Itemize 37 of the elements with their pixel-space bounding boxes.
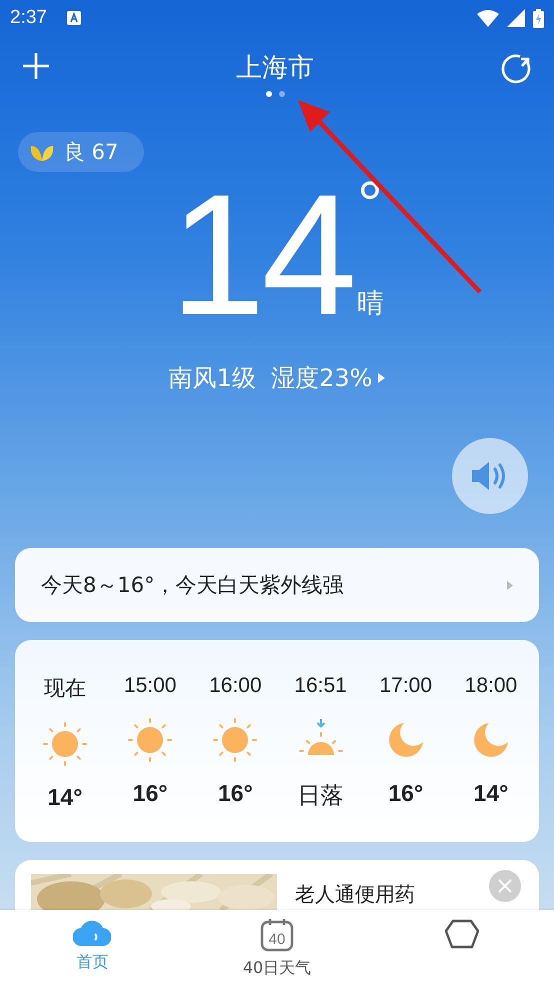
hour-label: 16:00	[209, 674, 262, 698]
hour-temperature: 16°	[132, 780, 168, 807]
close-icon	[497, 878, 513, 894]
hour-temperature: 16°	[218, 780, 253, 807]
sun-icon	[213, 718, 258, 762]
hour-temperature: 14°	[474, 780, 508, 807]
degree-sign: °	[357, 174, 384, 234]
status-time: 2:37	[10, 7, 47, 29]
hour-label: 18:00	[464, 674, 518, 698]
ad-title: 老人通便用药	[295, 882, 415, 906]
calendar-icon: 40	[260, 918, 294, 952]
forecast-summary-card[interactable]: 今天8～16°，今天白天紫外线强	[15, 548, 539, 622]
city-title: 上海市	[236, 52, 314, 85]
hour-label: 现在	[44, 676, 86, 702]
add-icon[interactable]	[22, 52, 50, 80]
air-quality-badge[interactable]: 良 67	[18, 132, 144, 172]
hour-label: 16:51	[294, 674, 347, 698]
hour-temperature: 日落	[298, 782, 344, 811]
temperature: 14	[170, 180, 354, 330]
caret-icon	[378, 373, 386, 383]
weather-condition: 晴	[357, 288, 384, 320]
wifi-icon	[477, 10, 499, 26]
ad-card[interactable]: 老人通便用药	[15, 860, 539, 910]
sun-icon	[43, 722, 87, 766]
hour-label: 17:00	[379, 674, 432, 698]
battery-icon	[533, 8, 544, 28]
keyboard-icon	[66, 11, 81, 25]
signal-icon	[507, 9, 525, 27]
cloud-icon	[73, 918, 112, 946]
forecast-summary: 今天8～16°，今天白天紫外线强	[41, 572, 344, 599]
hour-temperature: 14°	[48, 784, 82, 811]
hour-label: 15:00	[124, 674, 176, 698]
caret-icon	[507, 580, 513, 590]
hour-temperature: 16°	[388, 780, 424, 807]
close-button[interactable]	[489, 870, 521, 902]
sun-icon	[128, 718, 172, 762]
nav-tab[interactable]: 40 40日天气	[184, 910, 370, 984]
